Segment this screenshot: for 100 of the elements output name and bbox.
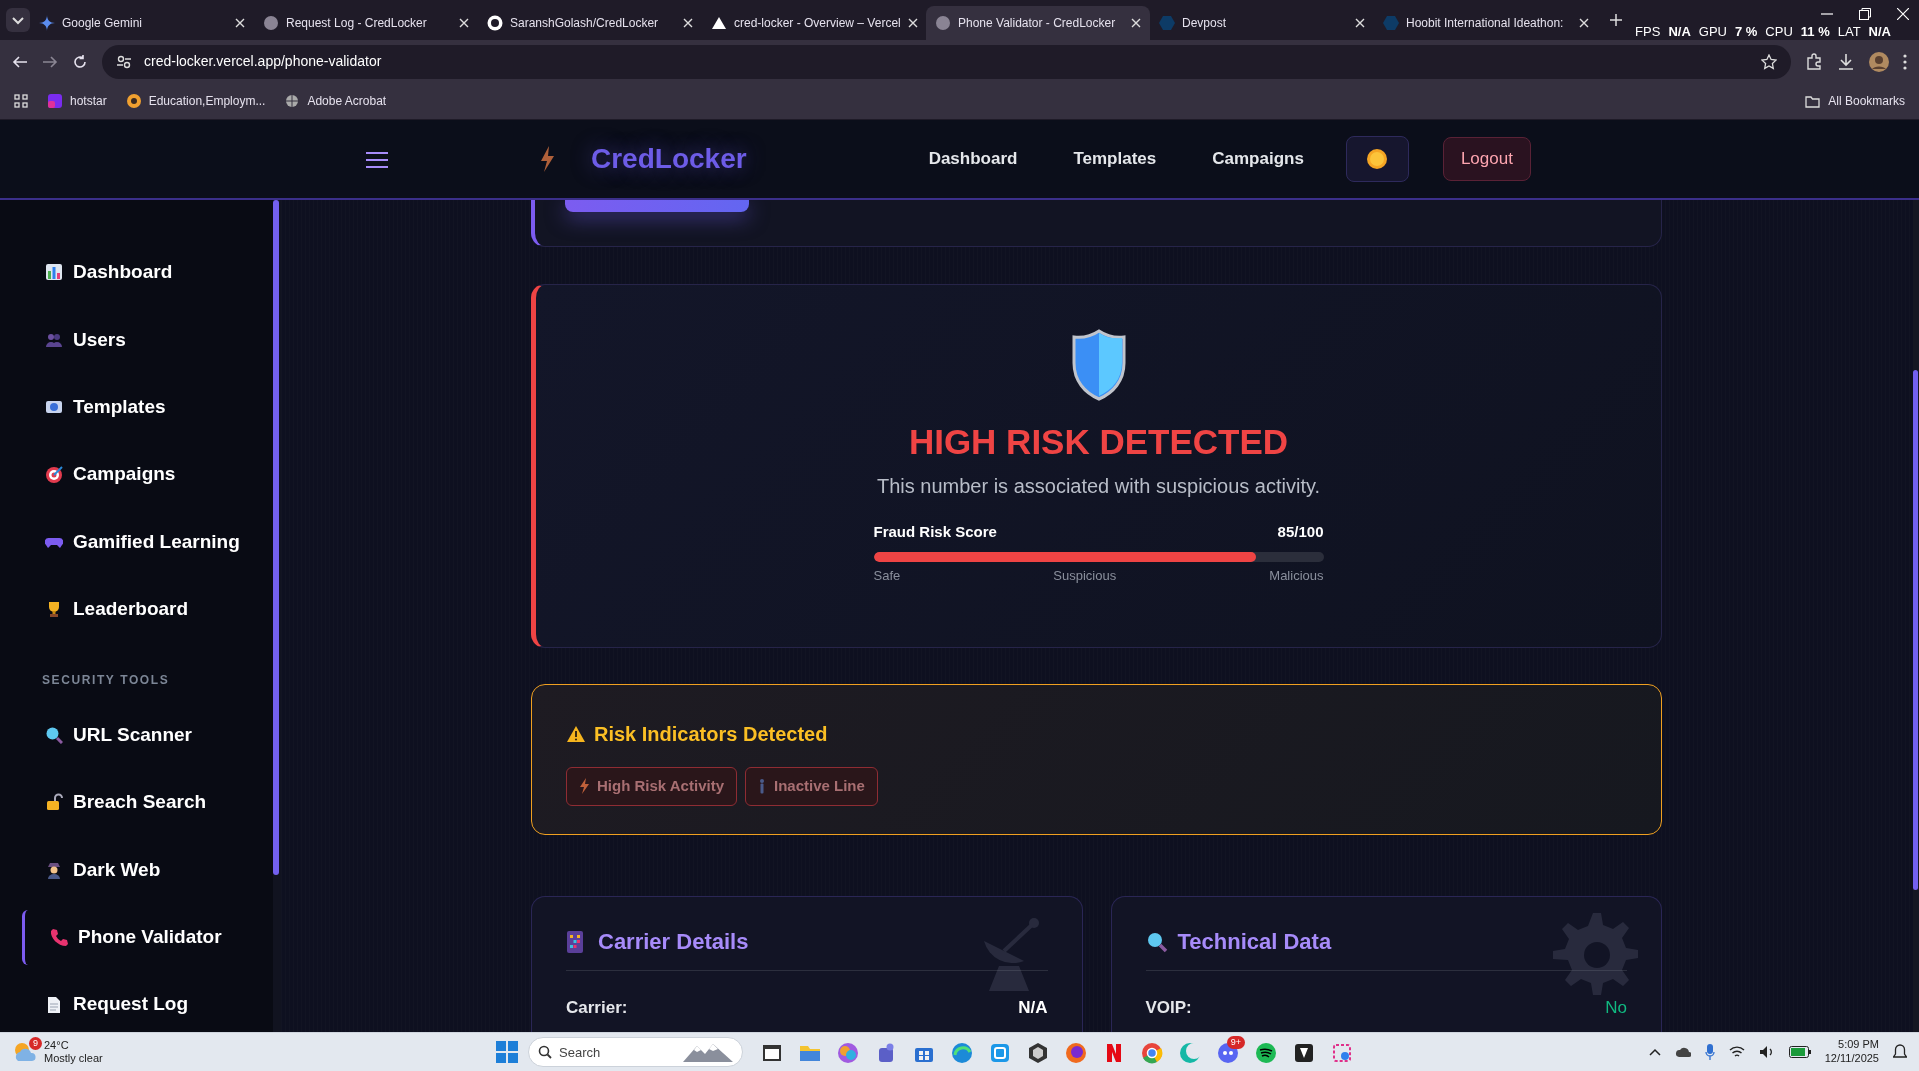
weather-condition: Mostly clear (44, 1052, 103, 1066)
sidebar-item[interactable]: Leaderboard (22, 581, 273, 637)
browser-tab[interactable]: Phone Validator - CredLocker (926, 6, 1150, 40)
close-icon[interactable] (1355, 18, 1365, 28)
browser-tab[interactable]: cred-locker - Overview – Vercel (702, 6, 926, 40)
bookmark-link[interactable]: Adobe Acrobat (285, 92, 387, 110)
triangle-icon (711, 15, 727, 31)
close-icon[interactable] (907, 18, 918, 28)
download-icon[interactable] (1837, 52, 1855, 71)
scrollbar-thumb[interactable] (1913, 370, 1918, 890)
square-icon (48, 94, 62, 108)
nav-link[interactable]: Campaigns (1212, 146, 1304, 172)
magnifier-icon (1145, 930, 1168, 953)
sidebar-item[interactable]: Dark Web (22, 842, 273, 898)
nav-link[interactable]: Templates (1073, 146, 1157, 172)
address-field[interactable]: cred-locker.vercel.app/phone-validator (102, 44, 1791, 79)
avatar-icon[interactable] (1869, 51, 1889, 72)
scrollbar-thumb[interactable] (273, 200, 279, 875)
close-icon[interactable] (459, 18, 469, 28)
warning-icon (566, 725, 586, 743)
close-icon[interactable] (235, 18, 245, 28)
cloud-icon[interactable] (1674, 1046, 1691, 1058)
risk-tag: High Risk Activity (566, 767, 737, 806)
chevron-up-icon[interactable] (1648, 1048, 1661, 1056)
browser-tab[interactable]: Devpost (1150, 6, 1374, 40)
globe-icon (935, 15, 951, 31)
all-bookmarks-link[interactable]: All Bookmarks (1805, 92, 1905, 110)
sidebar-item[interactable]: Dashboard (22, 245, 273, 300)
wave-circle-icon[interactable] (951, 1041, 973, 1064)
close-icon[interactable] (1579, 18, 1589, 28)
field-value: N/A (1018, 997, 1048, 1019)
puzzle-icon[interactable] (1805, 52, 1823, 71)
risk-heading: HIGH RISK DETECTED (908, 421, 1289, 463)
forward-arrow-icon[interactable] (42, 53, 58, 70)
sidebar-item[interactable]: Templates (22, 379, 273, 435)
browser-tab[interactable]: Hoobit International Ideathon: (1374, 6, 1598, 40)
battery-icon[interactable] (1788, 1046, 1811, 1058)
target-icon (45, 465, 63, 484)
magnifier-icon (45, 726, 63, 745)
mountain-icon (683, 1042, 733, 1062)
restore-icon[interactable] (1859, 8, 1871, 20)
globe-icon (263, 15, 279, 31)
figure-icon (758, 778, 766, 795)
circle-icon (126, 94, 141, 108)
hexagon-icon[interactable] (1027, 1041, 1049, 1064)
document-icon (45, 995, 63, 1014)
sun-icon (1366, 148, 1389, 170)
square-icon[interactable] (1293, 1041, 1315, 1064)
reload-icon[interactable] (72, 53, 88, 70)
lightning-bolt-icon (539, 146, 555, 172)
detective-icon (45, 860, 63, 879)
bookmark-link[interactable]: hotstar (48, 92, 107, 110)
overlay-label: LAT (1837, 23, 1861, 41)
indicators-heading: Risk Indicators Detected (594, 722, 828, 747)
section-heading: SECURITY TOOLS (42, 672, 171, 690)
theme-toggle-button[interactable] (1345, 136, 1409, 182)
bell-icon[interactable] (1893, 1044, 1907, 1060)
close-icon[interactable] (1131, 18, 1141, 28)
tab-search-icon[interactable] (6, 8, 30, 32)
overlay-value: N/A (1868, 23, 1891, 41)
nav-link[interactable]: Dashboard (928, 146, 1018, 172)
back-arrow-icon[interactable] (12, 53, 28, 70)
score-label: Fraud Risk Score (873, 522, 997, 542)
bookmark-link[interactable]: Education,Employm... (126, 92, 266, 110)
search-icon (538, 1045, 552, 1059)
site-settings-icon (116, 53, 132, 70)
sidebar-item[interactable]: Request Log (22, 977, 273, 1032)
apps-grid-icon[interactable] (14, 94, 28, 108)
plus-icon[interactable] (1610, 14, 1622, 26)
wifi-icon[interactable] (1728, 1046, 1745, 1058)
browser-tab[interactable]: Google Gemini (30, 6, 254, 40)
microphone-icon[interactable] (1704, 1044, 1715, 1060)
logout-button[interactable]: Logout (1442, 137, 1531, 181)
browser-tab[interactable]: Request Log - CredLocker (254, 6, 478, 40)
field-value: No (1605, 997, 1627, 1019)
search-field[interactable]: Search (528, 1037, 743, 1067)
sidebar-item[interactable]: URL Scanner (22, 707, 273, 763)
field-label: Carrier: (566, 997, 628, 1019)
close-icon[interactable] (683, 18, 693, 28)
sidebar-item[interactable]: Gamified Learning (22, 514, 273, 570)
risk-message: This number is associated with suspicious activity. (876, 474, 1321, 499)
temperature-text: 24°C (44, 1038, 70, 1052)
overlay-value: N/A (1668, 23, 1691, 41)
field-label: VOIP: (1145, 997, 1192, 1019)
sidebar-item[interactable]: Campaigns (22, 447, 273, 502)
sidebar-item[interactable]: Breach Search (22, 775, 273, 830)
scale-label: Safe (873, 566, 901, 585)
folder-icon (1805, 94, 1821, 108)
browser-tab[interactable]: SaranshGolash/CredLocker (478, 6, 702, 40)
star-icon[interactable] (1761, 53, 1777, 70)
sidebar-item[interactable]: Users (22, 312, 273, 368)
sound-waves-icon[interactable] (1255, 1041, 1277, 1064)
padlock-icon (45, 793, 63, 812)
windows-logo-icon[interactable] (496, 1041, 518, 1063)
clock-button[interactable]: 5:09 PM 12/11/2025 (1824, 1038, 1879, 1066)
notification-badge: 9 (29, 1037, 42, 1050)
kebab-menu-icon[interactable] (1903, 53, 1907, 70)
speaker-icon[interactable] (1758, 1045, 1775, 1059)
sparkle-icon (39, 15, 55, 31)
sun-cloud-icon[interactable] (12, 1041, 36, 1063)
